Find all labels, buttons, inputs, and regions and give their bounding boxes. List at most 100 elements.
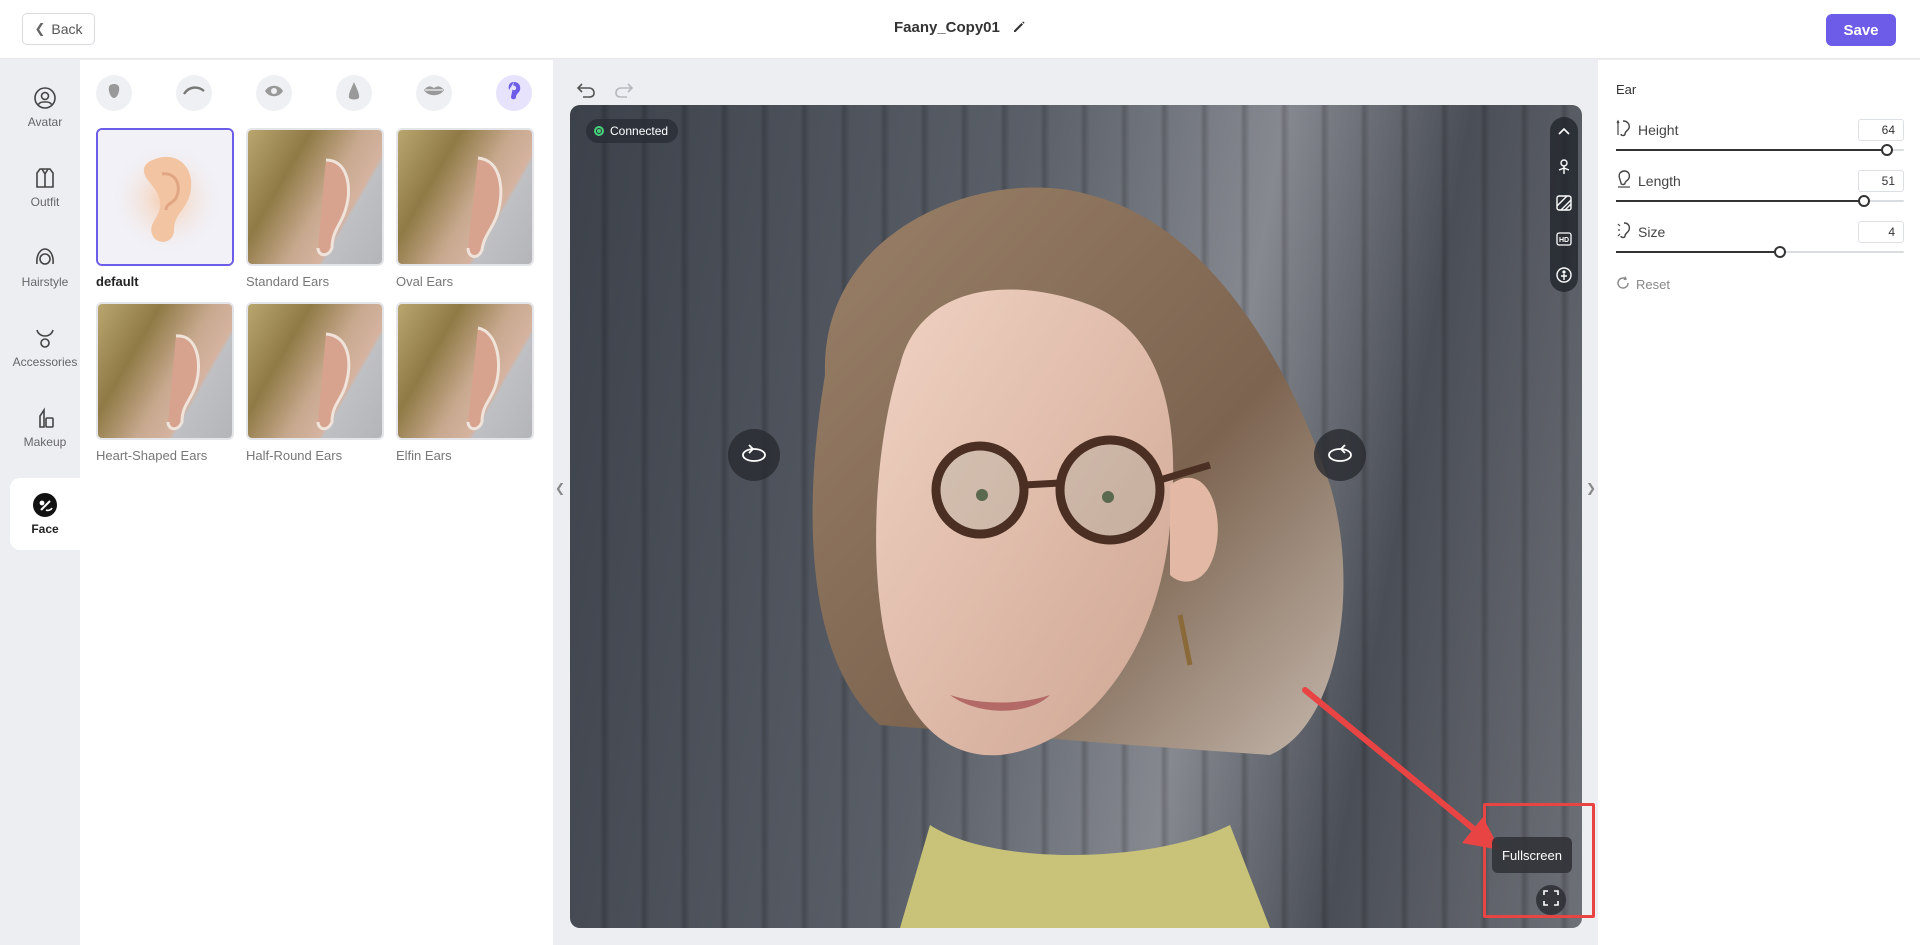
preset-label: Standard Ears: [246, 274, 330, 289]
panel-title: Ear: [1616, 82, 1637, 97]
preset-thumbnail: [98, 304, 232, 438]
collapse-right-panel-handle[interactable]: ❯: [1584, 468, 1598, 508]
slider-value-input[interactable]: 4: [1858, 221, 1904, 243]
slider-label-text: Size: [1638, 223, 1666, 240]
slider-thumb[interactable]: [1774, 246, 1787, 258]
feature-category-tabs: [96, 75, 536, 111]
connection-status-badge: Connected: [586, 119, 679, 143]
slider-size: Size 4: [1616, 221, 1904, 267]
nav-label: Hairstyle: [21, 275, 69, 289]
outfit-icon: [32, 165, 58, 191]
slider-label-text: Height: [1638, 121, 1679, 138]
accessories-icon: [32, 325, 58, 351]
edit-pencil-icon[interactable]: [1012, 20, 1026, 38]
nav-item-hairstyle[interactable]: Hairstyle: [10, 238, 80, 296]
eye-icon: [264, 84, 284, 103]
rotate-left-button[interactable]: [728, 429, 780, 481]
slider-thumb[interactable]: [1880, 144, 1893, 156]
nav-label: Face: [31, 522, 59, 536]
preset-label: default: [96, 274, 139, 289]
ear-length-icon: [1616, 170, 1632, 191]
chevron-right-icon: ❯: [1585, 481, 1597, 495]
redo-icon[interactable]: [613, 78, 635, 100]
slider-label: Size: [1616, 221, 1665, 242]
ear-icon: [506, 81, 522, 106]
tab-face-shape[interactable]: [96, 75, 132, 111]
left-navigation: Avatar Outfit Hairstyle Accessories Make…: [0, 60, 80, 945]
tab-eyebrow[interactable]: [176, 75, 212, 111]
slider-value-input[interactable]: 64: [1858, 119, 1904, 141]
preset-card-default[interactable]: [96, 128, 234, 266]
tab-nose[interactable]: [336, 75, 372, 111]
avatar-icon: [32, 85, 58, 111]
slider-value-input[interactable]: 51: [1858, 170, 1904, 192]
viewport-toolbar: HD: [1550, 117, 1578, 292]
slider-track[interactable]: [1616, 246, 1904, 258]
slider-track[interactable]: [1616, 195, 1904, 207]
preset-card-elfin-ears[interactable]: [396, 302, 534, 440]
face-shape-icon: [105, 82, 123, 105]
preset-panel: default Standard Ears Oval Ears Heart-Sh…: [80, 60, 553, 945]
avatar-render: [812, 187, 1344, 928]
nose-icon: [347, 81, 361, 106]
avatar-3d-viewport[interactable]: Connected HD Fullscreen: [570, 105, 1582, 928]
save-button[interactable]: Save: [1826, 14, 1896, 46]
document-title: Faany_Copy01: [0, 19, 1920, 38]
rotate-left-icon: [739, 442, 769, 469]
undo-icon[interactable]: [575, 78, 597, 100]
preset-card-heart-shaped-ears[interactable]: [96, 302, 234, 440]
nav-item-face[interactable]: Face: [10, 478, 80, 550]
body-icon[interactable]: [1554, 265, 1574, 285]
collapse-left-panel-handle[interactable]: ❮: [553, 468, 567, 508]
lips-icon: [423, 84, 445, 103]
nav-item-outfit[interactable]: Outfit: [10, 158, 80, 216]
connection-status-text: Connected: [610, 124, 669, 138]
preset-label: Heart-Shaped Ears: [96, 448, 208, 463]
nav-item-makeup[interactable]: Makeup: [10, 398, 80, 456]
slider-fill: [1616, 251, 1781, 253]
preset-thumbnail: [248, 130, 382, 264]
preset-label: Oval Ears: [396, 274, 454, 289]
preset-label: Half-Round Ears: [246, 448, 343, 463]
ear-adjust-panel: Ear Height 64 Length 51 Size 4 Reset: [1598, 60, 1920, 945]
nav-label: Accessories: [12, 355, 78, 369]
collapse-up-icon[interactable]: [1554, 121, 1574, 141]
eyebrow-icon: [182, 84, 205, 102]
top-bar: ❮ Back Faany_Copy01 Save: [0, 0, 1920, 59]
slider-track[interactable]: [1616, 144, 1904, 156]
preset-label: Elfin Ears: [396, 448, 452, 463]
rotate-right-button[interactable]: [1314, 429, 1366, 481]
nav-item-accessories[interactable]: Accessories: [10, 318, 80, 376]
chevron-left-icon: ❮: [554, 481, 566, 495]
reset-button[interactable]: Reset: [1616, 276, 1670, 293]
status-dot-icon: [594, 126, 604, 136]
slider-fill: [1616, 149, 1887, 151]
rotate-right-icon: [1325, 442, 1355, 469]
annotation-highlight-box: [1483, 803, 1595, 918]
slider-length: Length 51: [1616, 170, 1904, 216]
face-icon: [32, 492, 58, 518]
tab-lips[interactable]: [416, 75, 452, 111]
slider-thumb[interactable]: [1857, 195, 1870, 207]
ear-height-icon: [1616, 119, 1632, 140]
hd-icon[interactable]: HD: [1554, 229, 1574, 249]
tab-eye[interactable]: [256, 75, 292, 111]
reset-icon: [1616, 276, 1630, 293]
preset-thumbnail: [98, 130, 232, 264]
slider-height: Height 64: [1616, 119, 1904, 165]
reset-label: Reset: [1636, 277, 1670, 292]
slider-fill: [1616, 200, 1864, 202]
preset-thumbnail: [248, 304, 382, 438]
background-icon[interactable]: [1554, 193, 1574, 213]
nav-label: Outfit: [30, 195, 60, 209]
preset-card-half-round-ears[interactable]: [246, 302, 384, 440]
document-title-text: Faany_Copy01: [893, 19, 1000, 36]
preset-thumbnail: [398, 130, 532, 264]
slider-label-text: Length: [1638, 172, 1681, 189]
preset-card-standard-ears[interactable]: [246, 128, 384, 266]
nav-item-avatar[interactable]: Avatar: [10, 78, 80, 136]
preset-card-oval-ears[interactable]: [396, 128, 534, 266]
preview-area: ❮ ❯ Connected HD Fullscreen: [553, 60, 1598, 945]
tab-ear[interactable]: [496, 75, 532, 111]
pose-icon[interactable]: [1554, 157, 1574, 177]
